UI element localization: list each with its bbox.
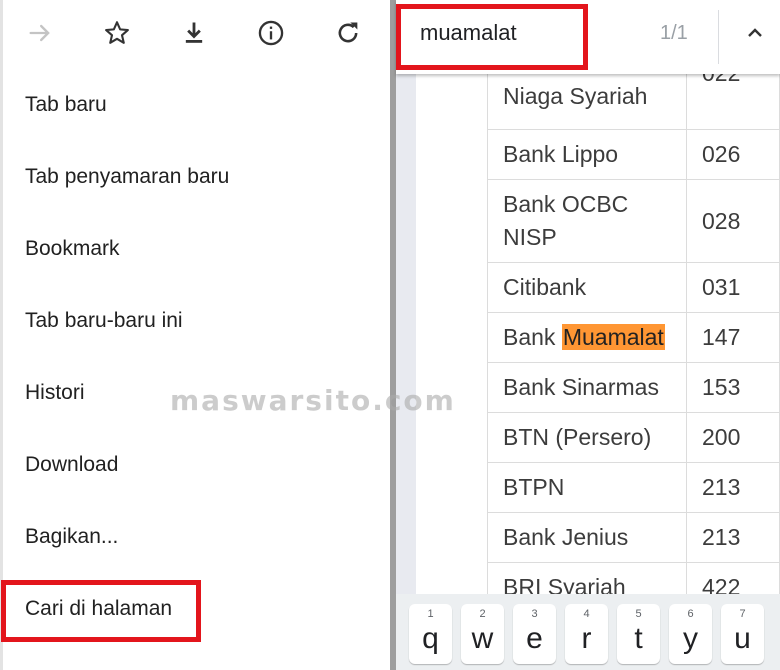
key-char: r (581, 622, 592, 655)
bank-name-cell: Bank Muamalat (487, 312, 687, 363)
web-page: Bank CIMBNiaga Syariah 022 Bank Lippo 02… (396, 0, 780, 670)
bank-code: 213 (686, 462, 780, 513)
key-char: q (422, 622, 439, 655)
bank-code: 147 (686, 312, 780, 363)
table-row: Bank OCBC NISP 028 (487, 179, 780, 263)
bank-code: 153 (686, 362, 780, 413)
key-char: e (526, 622, 543, 655)
chrome-overflow-menu: Tab baru Tab penyamaran baru Bookmark Ta… (0, 0, 390, 670)
table-row: Bank Lippo 026 (487, 129, 780, 180)
key-y[interactable]: 6y (669, 604, 712, 664)
key-q[interactable]: 1q (409, 604, 452, 664)
key-hint: 2 (479, 608, 486, 620)
table-row-match: Bank Muamalat 147 (487, 312, 780, 363)
menu-edge (0, 0, 3, 670)
bank-name: Bank OCBC NISP (487, 179, 687, 263)
menu-item-bookmarks[interactable]: Bookmark (25, 236, 120, 262)
menu-item-downloads[interactable]: Download (25, 452, 118, 478)
key-hint: 5 (635, 608, 642, 620)
key-r[interactable]: 4r (565, 604, 608, 664)
bank-name: BTPN (487, 462, 687, 513)
star-icon[interactable] (97, 13, 137, 53)
find-in-page-bar: muamalat 1/1 (396, 0, 780, 74)
key-hint: 4 (583, 608, 590, 620)
find-bar-separator (718, 10, 719, 64)
table-row: BTPN 213 (487, 462, 780, 513)
forward-icon[interactable] (20, 13, 60, 53)
bank-code: 213 (686, 512, 780, 563)
table-row: BTN (Persero) 200 (487, 412, 780, 463)
on-screen-keyboard: 1q 2w 3e 4r 5t 6y 7u (396, 594, 780, 670)
menu-item-new-tab[interactable]: Tab baru (25, 92, 107, 118)
bank-name: Citibank (487, 262, 687, 313)
key-t[interactable]: 5t (617, 604, 660, 664)
match-count: 1/1 (660, 22, 688, 44)
key-u[interactable]: 7u (721, 604, 764, 664)
key-hint: 7 (739, 608, 746, 620)
bank-name-prefix: Bank (503, 324, 562, 350)
bank-name: Bank Sinarmas (487, 362, 687, 413)
bank-code-table: Bank CIMBNiaga Syariah 022 Bank Lippo 02… (487, 46, 780, 613)
menu-item-history[interactable]: Histori (25, 380, 85, 406)
find-input-callout (396, 4, 588, 70)
watermark: maswarsito.com (170, 384, 456, 417)
key-char: w (471, 622, 494, 655)
key-hint: 1 (427, 608, 434, 620)
bank-name: Niaga Syariah (503, 83, 648, 109)
key-char: y (683, 622, 698, 655)
menu-item-incognito-tab[interactable]: Tab penyamaran baru (25, 164, 229, 190)
bank-name: BTN (Persero) (487, 412, 687, 463)
bank-code: 028 (686, 179, 780, 263)
key-hint: 6 (687, 608, 694, 620)
find-in-page-callout (1, 580, 201, 642)
menu-toolbar (0, 0, 390, 66)
download-icon[interactable] (174, 13, 214, 53)
key-char: t (634, 622, 643, 655)
refresh-icon[interactable] (328, 13, 368, 53)
key-hint: 3 (531, 608, 538, 620)
menu-item-recent-tabs[interactable]: Tab baru-baru ini (25, 308, 183, 334)
menu-item-share[interactable]: Bagikan... (25, 524, 118, 550)
table-row: Bank Jenius 213 (487, 512, 780, 563)
bank-name: Bank Jenius (487, 512, 687, 563)
chevron-up-icon[interactable] (740, 16, 770, 50)
bank-name: Bank Lippo (487, 129, 687, 180)
search-match-highlight: Muamalat (561, 324, 665, 350)
info-icon[interactable] (251, 13, 291, 53)
table-row: Bank Sinarmas 153 (487, 362, 780, 413)
key-e[interactable]: 3e (513, 604, 556, 664)
table-row: Citibank 031 (487, 262, 780, 313)
bank-code: 031 (686, 262, 780, 313)
bank-code: 200 (686, 412, 780, 463)
key-char: u (734, 622, 751, 655)
key-w[interactable]: 2w (461, 604, 504, 664)
bank-code: 026 (686, 129, 780, 180)
